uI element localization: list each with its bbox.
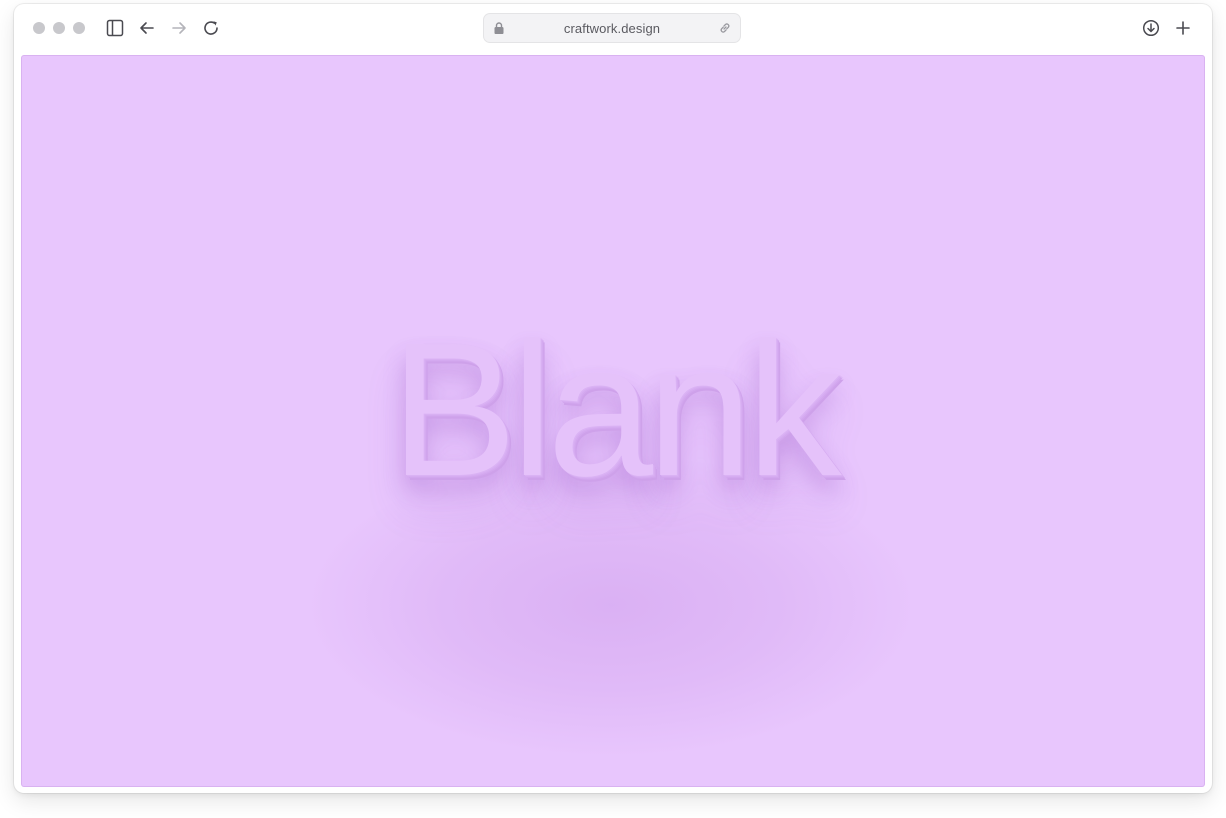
address-url[interactable]: craftwork.design — [564, 21, 660, 36]
close-window-button[interactable] — [33, 22, 45, 34]
minimize-window-button[interactable] — [53, 22, 65, 34]
zoom-window-button[interactable] — [73, 22, 85, 34]
forward-arrow-icon[interactable] — [169, 18, 189, 38]
download-icon[interactable] — [1141, 18, 1161, 38]
sidebar-icon[interactable] — [105, 18, 125, 38]
reload-icon[interactable] — [201, 18, 221, 38]
address-bar[interactable]: craftwork.design — [483, 13, 741, 43]
new-tab-plus-icon[interactable] — [1173, 18, 1193, 38]
page-content: Blank — [21, 55, 1205, 787]
hero-title: Blank — [390, 304, 841, 516]
browser-toolbar: craftwork.design — [14, 4, 1212, 54]
browser-window: craftwork.design Blank — [14, 4, 1212, 793]
link-icon[interactable] — [718, 21, 732, 35]
lock-icon — [492, 21, 506, 35]
back-arrow-icon[interactable] — [137, 18, 157, 38]
